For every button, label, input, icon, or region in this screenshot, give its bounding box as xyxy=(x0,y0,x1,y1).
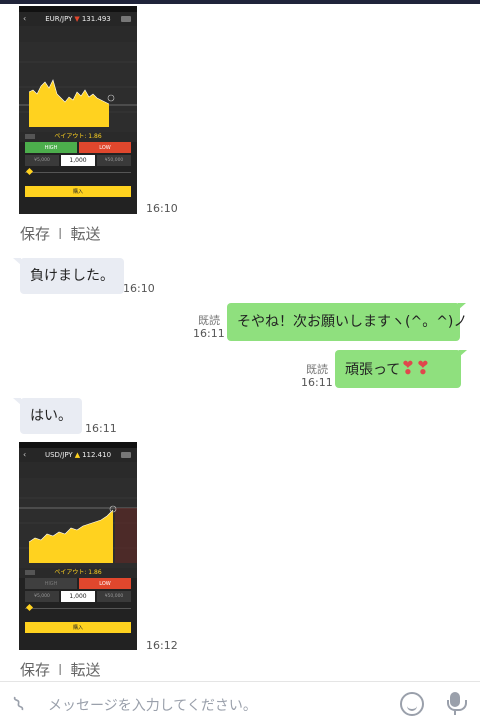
slider-handle xyxy=(25,167,34,176)
action-separator: I xyxy=(58,661,63,679)
account-info xyxy=(19,462,137,478)
high-button: HIGH xyxy=(25,142,77,153)
slider-handle xyxy=(25,603,34,612)
amount-min: ¥5,000 xyxy=(25,155,59,166)
message-time: 16:11 xyxy=(301,376,333,389)
payout-tag xyxy=(25,570,35,575)
bubble-tail xyxy=(458,303,466,310)
payout-row: ペイアウト: 1.86 xyxy=(19,132,137,142)
amount-max: ¥50,000 xyxy=(97,155,131,166)
trade-screenshot-image[interactable]: ‹ EUR/JPY ▼ 131.493 ペイアウト: 1.86 HIGH LOW… xyxy=(19,6,137,214)
amount-value: 1,000 xyxy=(61,155,95,166)
trade-header: ‹ USD/JPY ▲ 112.410 xyxy=(19,448,137,462)
message-text: はい。 xyxy=(30,408,72,424)
buy-button: 購入 xyxy=(25,186,131,197)
high-button: HIGH xyxy=(25,578,77,589)
received-message[interactable]: はい。 xyxy=(20,398,82,434)
direction-buttons: HIGH LOW xyxy=(19,578,137,589)
message-text: 頑張って xyxy=(345,362,401,378)
low-button: LOW xyxy=(79,578,131,589)
price-chart-svg xyxy=(19,61,137,127)
microphone-base xyxy=(447,700,467,711)
low-label: LOW xyxy=(99,144,111,151)
currency-pair: EUR/JPY xyxy=(45,15,73,23)
sent-message[interactable]: そやね！次お願いしますヽ(^。^)ノ xyxy=(227,303,467,341)
high-label: HIGH xyxy=(44,144,58,151)
message-text: 負けました。 xyxy=(30,268,114,284)
current-price: 112.410 xyxy=(82,451,112,459)
bubble-tail xyxy=(459,350,467,357)
sent-message[interactable]: 頑張って❣❣ xyxy=(335,350,461,388)
currency-pair: USD/JPY xyxy=(44,451,73,459)
message-time: 16:12 xyxy=(146,639,178,652)
read-receipt: 既読 xyxy=(198,314,220,327)
message-time: 16:11 xyxy=(85,422,117,435)
forward-button[interactable]: 転送 xyxy=(70,225,100,243)
top-status-strip xyxy=(0,0,480,4)
low-button: LOW xyxy=(79,142,131,153)
back-icon: ‹ xyxy=(23,14,27,23)
paperclip-icon[interactable]: ⌇ xyxy=(9,691,29,717)
trade-header: ‹ EUR/JPY ▼ 131.493 xyxy=(19,12,137,26)
read-receipt: 既読 xyxy=(306,363,328,376)
trade-screenshot-image[interactable]: ‹ USD/JPY ▲ 112.410 ペイアウト: 1.86 HIGH LOW… xyxy=(19,442,137,650)
down-arrow-icon: ▼ xyxy=(74,15,80,23)
action-separator: I xyxy=(58,225,63,243)
received-message[interactable]: 負けました。 xyxy=(20,258,124,294)
heart-icon: ❣❣ xyxy=(400,358,431,379)
buy-label: 購入 xyxy=(72,189,83,195)
message-text: そやね！次お願いしますヽ(^。^)ノ xyxy=(237,314,468,330)
low-label: LOW xyxy=(99,580,111,587)
back-icon: ‹ xyxy=(23,450,27,459)
microphone-stem xyxy=(454,710,456,715)
high-label: HIGH xyxy=(44,580,58,587)
message-time: 16:11 xyxy=(193,327,225,340)
amount-row: ¥5,000 1,000 ¥50,000 xyxy=(19,589,137,604)
menu-icon xyxy=(121,16,131,22)
price-chart xyxy=(19,478,137,568)
forward-button[interactable]: 転送 xyxy=(70,661,100,679)
amount-value: 1,000 xyxy=(61,591,95,602)
price-chart-svg xyxy=(19,497,137,563)
amount-max: ¥50,000 xyxy=(97,591,131,602)
save-button[interactable]: 保存 xyxy=(20,225,50,243)
message-time: 16:10 xyxy=(123,282,155,295)
info-note xyxy=(19,176,137,184)
up-arrow-icon: ▲ xyxy=(74,451,81,459)
amount-slider xyxy=(25,603,131,612)
slider-track xyxy=(25,608,131,609)
amount-row: ¥5,000 1,000 ¥50,000 xyxy=(19,153,137,168)
image-actions: 保存 I 転送 xyxy=(20,223,100,244)
message-input-bar: ⌇ メッセージを入力してください。 xyxy=(0,681,480,725)
smiley-icon[interactable] xyxy=(400,692,424,716)
direction-buttons: HIGH LOW xyxy=(19,142,137,153)
menu-icon xyxy=(121,452,131,458)
buy-button: 購入 xyxy=(25,622,131,633)
message-time: 16:10 xyxy=(146,202,178,215)
payout-row: ペイアウト: 1.86 xyxy=(19,568,137,578)
payout-text: ペイアウト: 1.86 xyxy=(54,569,102,576)
info-note xyxy=(19,612,137,620)
amount-slider xyxy=(25,167,131,176)
account-info xyxy=(19,26,137,42)
image-actions: 保存 I 転送 xyxy=(20,659,100,680)
amount-min: ¥5,000 xyxy=(25,591,59,602)
payout-tag xyxy=(25,134,35,139)
message-input[interactable]: メッセージを入力してください。 xyxy=(48,695,257,715)
buy-label: 購入 xyxy=(72,625,83,631)
current-price: 131.493 xyxy=(81,15,111,23)
price-chart xyxy=(19,42,137,132)
payout-text: ペイアウト: 1.86 xyxy=(54,133,102,140)
save-button[interactable]: 保存 xyxy=(20,661,50,679)
slider-track xyxy=(25,172,131,173)
